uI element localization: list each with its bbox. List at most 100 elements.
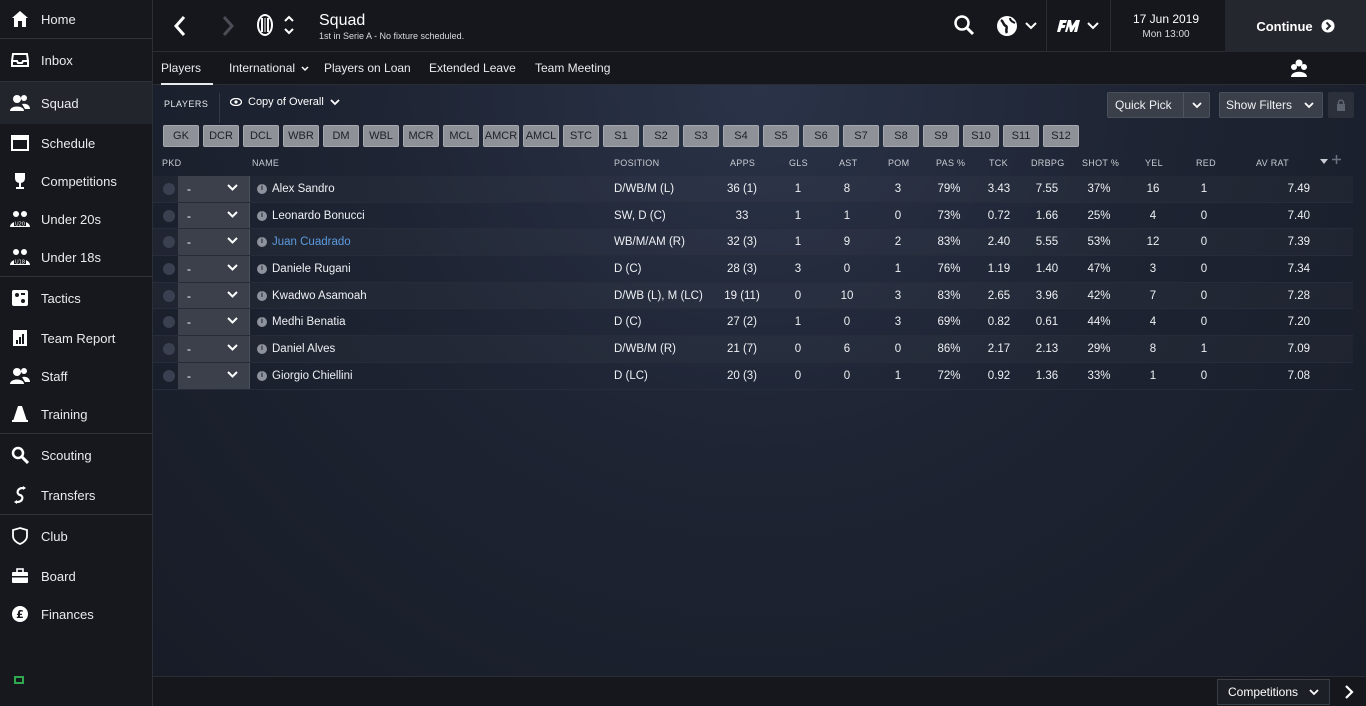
pkd-dropdown[interactable]: - [178, 176, 250, 202]
pick-check-icon[interactable] [163, 289, 175, 302]
player-name-link[interactable]: Giorgio Chiellini [272, 370, 353, 382]
position-button-dm[interactable]: DM [323, 125, 359, 147]
pkd-dropdown[interactable]: - [178, 309, 250, 336]
position-button-gk[interactable]: GK [163, 125, 199, 147]
table-row[interactable]: - i Daniel Alves D/WB/M (R) 21 (7) 0 6 0 86% 2.17… [153, 336, 1353, 363]
world-menu-button[interactable] [995, 13, 1041, 39]
tab-team-meeting[interactable]: Team Meeting [535, 52, 610, 85]
info-icon[interactable]: i [257, 317, 267, 328]
position-button-dcr[interactable]: DCR [203, 125, 239, 147]
sidebar-item-staff[interactable]: Staff [0, 357, 152, 395]
position-button-s12[interactable]: S12 [1043, 125, 1079, 147]
position-button-dcl[interactable]: DCL [243, 125, 279, 147]
info-icon[interactable]: i [257, 210, 267, 221]
pick-check-icon[interactable] [163, 369, 175, 382]
sidebar-item-inbox[interactable]: Inbox [0, 39, 152, 81]
position-button-amcr[interactable]: AMCR [483, 125, 519, 147]
lock-button[interactable] [1328, 92, 1354, 118]
column-header-pas[interactable]: PAS % [936, 158, 965, 168]
position-button-s11[interactable]: S11 [1003, 125, 1039, 147]
table-row[interactable]: - i Medhi Benatia D (C) 27 (2) 1 0 3 69% 0.82 0.61… [153, 309, 1353, 337]
sort-desc-icon[interactable] [1320, 157, 1328, 167]
player-name-link[interactable]: Daniel Alves [272, 343, 335, 355]
pick-check-icon[interactable] [163, 316, 175, 329]
pick-check-icon[interactable] [163, 263, 175, 276]
position-button-wbr[interactable]: WBR [283, 125, 319, 147]
club-switch-button[interactable] [283, 13, 295, 37]
pick-check-icon[interactable] [163, 209, 175, 222]
sidebar-item-transfers[interactable]: Transfers [0, 476, 152, 514]
pkd-dropdown[interactable]: - [178, 362, 250, 389]
player-name-link[interactable]: Juan Cuadrado [272, 236, 351, 248]
sidebar-item-training[interactable]: Training [0, 395, 152, 433]
table-row[interactable]: - i Giorgio Chiellini D (LC) 20 (3) 0 0 1 72% 0.9… [153, 362, 1353, 390]
pkd-dropdown[interactable]: - [178, 229, 250, 256]
player-name-link[interactable]: Kwadwo Asamoah [272, 290, 367, 302]
sidebar-item-team-report[interactable]: Team Report [0, 319, 152, 357]
tab-extended-leave[interactable]: Extended Leave [429, 52, 516, 85]
quick-pick-button[interactable]: Quick Pick [1107, 92, 1210, 118]
sidebar-item-schedule[interactable]: Schedule [0, 124, 152, 162]
pick-check-icon[interactable] [163, 343, 175, 356]
position-button-amcl[interactable]: AMCL [523, 125, 559, 147]
player-name-link[interactable]: Alex Sandro [272, 183, 335, 195]
column-header-name[interactable]: NAME [252, 158, 279, 168]
position-button-s5[interactable]: S5 [763, 125, 799, 147]
sidebar-item-finances[interactable]: £ Finances [0, 595, 152, 633]
column-header-red[interactable]: RED [1196, 158, 1216, 168]
column-header-drbpg[interactable]: DRBPG [1031, 158, 1065, 168]
column-header-tck[interactable]: TCK [989, 158, 1008, 168]
sidebar-item-tactics[interactable]: Tactics [0, 277, 152, 319]
sidebar-item-competitions[interactable]: Competitions [0, 162, 152, 200]
position-button-s10[interactable]: S10 [963, 125, 999, 147]
column-header-pkd[interactable]: PKD [162, 158, 181, 168]
table-row[interactable]: - i Daniele Rugani D (C) 28 (3) 3 0 1 76% 1.19 1.4… [153, 256, 1353, 283]
player-name-link[interactable]: Daniele Rugani [272, 263, 351, 275]
sidebar-item-scouting[interactable]: Scouting [0, 434, 152, 476]
info-icon[interactable]: i [257, 184, 267, 194]
pkd-dropdown[interactable]: - [178, 336, 250, 362]
position-button-s2[interactable]: S2 [643, 125, 679, 147]
tab-players-on-loan[interactable]: Players on Loan [324, 52, 411, 85]
position-button-s3[interactable]: S3 [683, 125, 719, 147]
view-selector[interactable]: Copy of Overall [230, 96, 340, 108]
show-filters-button[interactable]: Show Filters [1219, 92, 1323, 118]
column-header-avrat[interactable]: AV RAT [1256, 158, 1289, 168]
sidebar-item-club[interactable]: Club [0, 515, 152, 557]
info-icon[interactable]: i [257, 370, 267, 381]
column-header-yel[interactable]: YEL [1145, 158, 1163, 168]
sidebar-item-under-18s[interactable]: U18 Under 18s [0, 238, 152, 276]
pkd-dropdown[interactable]: - [178, 202, 250, 229]
position-button-s8[interactable]: S8 [883, 125, 919, 147]
back-button[interactable] [169, 14, 191, 38]
info-icon[interactable]: i [257, 290, 267, 301]
sidebar-item-board[interactable]: Board [0, 557, 152, 595]
tab-players[interactable]: Players [161, 52, 213, 104]
position-button-wbl[interactable]: WBL [363, 125, 399, 147]
info-icon[interactable]: i [257, 264, 267, 275]
pick-check-icon[interactable] [163, 236, 175, 249]
column-header-shot[interactable]: SHOT % [1082, 158, 1119, 168]
position-button-mcr[interactable]: MCR [403, 125, 439, 147]
column-header-apps[interactable]: APPS [730, 158, 755, 168]
table-row[interactable]: - i Alex Sandro D/WB/M (L) 36 (1) 1 8 3 79% 3.43 7… [153, 176, 1353, 203]
position-button-s6[interactable]: S6 [803, 125, 839, 147]
quick-pick-dropdown[interactable] [1184, 101, 1209, 109]
pick-check-icon[interactable] [163, 183, 175, 195]
search-button[interactable] [953, 14, 977, 38]
position-button-s1[interactable]: S1 [603, 125, 639, 147]
table-row[interactable]: - i Leonardo Bonucci SW, D (C) 33 1 1 0 73% 0.72 1… [153, 202, 1353, 230]
column-header-pom[interactable]: POM [888, 158, 909, 168]
info-icon[interactable]: i [257, 237, 267, 248]
position-button-s9[interactable]: S9 [923, 125, 959, 147]
add-column-icon[interactable] [1332, 153, 1341, 167]
column-header-gls[interactable]: GLS [789, 158, 808, 168]
continue-button[interactable]: Continue [1225, 0, 1366, 52]
table-row[interactable]: - i Kwadwo Asamoah D/WB (L), M (LC) 19 (11) 0… [153, 282, 1353, 310]
position-button-s4[interactable]: S4 [723, 125, 759, 147]
next-panel-button[interactable] [1339, 682, 1359, 702]
pkd-dropdown[interactable]: - [178, 282, 250, 309]
sidebar-item-home[interactable]: Home [0, 0, 152, 38]
column-header-ast[interactable]: AST [839, 158, 857, 168]
tab-international[interactable]: International [229, 52, 309, 85]
